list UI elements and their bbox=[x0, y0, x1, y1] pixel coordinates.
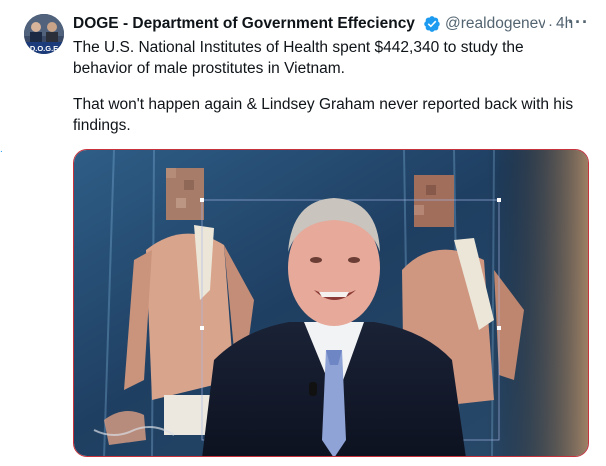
tweet-media-image[interactable] bbox=[73, 149, 589, 457]
margin-mark: . bbox=[0, 144, 3, 155]
avatar-text: D.O.G.E bbox=[30, 44, 58, 53]
avatar-image: D.O.G.E bbox=[24, 14, 64, 54]
display-name[interactable]: DOGE - Department of Government Effecien… bbox=[73, 15, 420, 33]
avatar[interactable]: D.O.G.E bbox=[24, 14, 64, 54]
tweet[interactable]: D.O.G.E DOGE - Department of Government … bbox=[0, 0, 606, 466]
more-options-icon[interactable]: ··· bbox=[568, 12, 589, 33]
tweet-text: The U.S. National Institutes of Health s… bbox=[73, 37, 578, 136]
handle[interactable]: @realdogenev bbox=[445, 15, 545, 33]
tweet-header: DOGE - Department of Government Effecien… bbox=[73, 12, 593, 35]
tweet-paragraph-1: The U.S. National Institutes of Health s… bbox=[73, 39, 524, 77]
separator-dot: · bbox=[548, 15, 553, 33]
media-photo bbox=[74, 150, 588, 456]
tweet-paragraph-2: That won't happen again & Lindsey Graham… bbox=[73, 96, 574, 134]
verified-badge-icon[interactable] bbox=[423, 15, 441, 33]
